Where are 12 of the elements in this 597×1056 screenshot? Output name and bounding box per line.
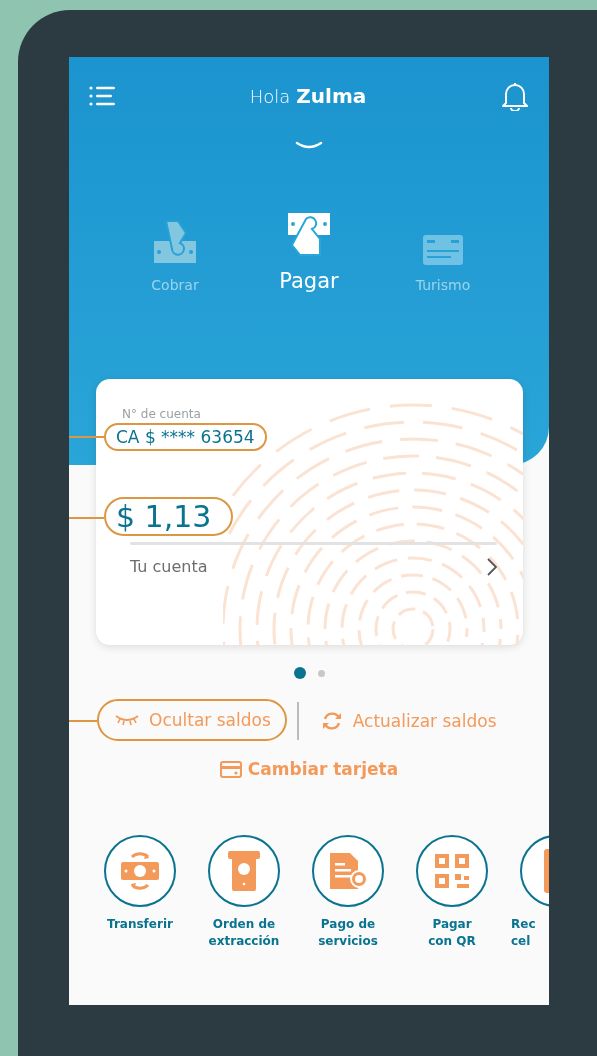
account-label: N° de cuenta bbox=[122, 407, 202, 421]
balance-amount: $ 1,13 bbox=[104, 497, 234, 536]
user-name: Zulma bbox=[296, 84, 367, 108]
shortcut-button[interactable]: Pagar con QR bbox=[400, 835, 504, 950]
greeting: Hola bbox=[249, 86, 291, 107]
mode-tab[interactable]: Pagar bbox=[257, 211, 361, 293]
shortcut-button[interactable]: Orden de extracción bbox=[192, 835, 296, 950]
shortcut-button[interactable]: Rec cel bbox=[504, 835, 549, 950]
account-number: CA $ **** 63654 bbox=[104, 423, 267, 451]
account-link[interactable]: Tu cuenta bbox=[130, 557, 497, 576]
shortcut-button[interactable]: Transferir bbox=[88, 835, 192, 950]
shortcut-button[interactable]: Pago de servicios bbox=[296, 835, 400, 950]
